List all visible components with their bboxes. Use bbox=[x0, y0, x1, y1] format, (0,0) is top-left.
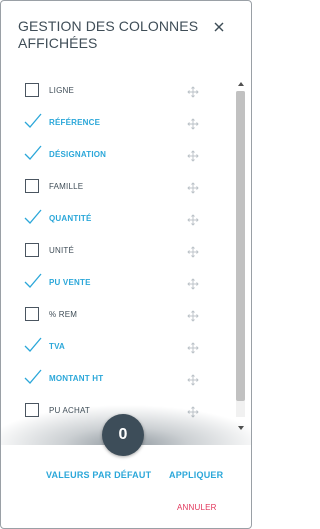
drag-handle-icon[interactable] bbox=[187, 245, 199, 258]
column-label: TVA bbox=[49, 342, 66, 351]
hidden-count-badge[interactable]: 0 bbox=[102, 414, 144, 456]
checkmark-icon[interactable] bbox=[23, 271, 43, 289]
cancel-button[interactable]: ANNULER bbox=[177, 503, 217, 512]
column-row[interactable]: QUANTITÉ bbox=[5, 203, 229, 235]
column-row[interactable]: RÉFÉRENCE bbox=[5, 107, 229, 139]
drag-handle-icon[interactable] bbox=[187, 85, 199, 98]
column-label: PU ACHAT bbox=[49, 406, 91, 415]
column-label: RÉFÉRENCE bbox=[49, 118, 101, 127]
column-row[interactable]: TVA bbox=[5, 331, 229, 363]
arrow-down-icon bbox=[238, 426, 244, 430]
scroll-thumb[interactable] bbox=[236, 91, 245, 401]
drag-handle-icon[interactable] bbox=[187, 373, 199, 386]
scroll-up-button[interactable] bbox=[234, 77, 248, 89]
column-label: PU VENTE bbox=[49, 278, 91, 287]
checkmark-icon[interactable] bbox=[23, 143, 43, 161]
close-icon bbox=[214, 22, 224, 32]
column-label: MONTANT HT bbox=[49, 374, 104, 383]
column-row[interactable]: LIGNE bbox=[5, 75, 229, 107]
drag-handle-icon[interactable] bbox=[187, 309, 199, 322]
column-row[interactable]: FAMILLE bbox=[5, 171, 229, 203]
badge-count: 0 bbox=[118, 426, 128, 443]
drag-handle-icon[interactable] bbox=[187, 149, 199, 162]
drag-handle-icon[interactable] bbox=[187, 117, 199, 130]
checkmark-icon[interactable] bbox=[23, 207, 43, 225]
close-button[interactable] bbox=[211, 19, 227, 35]
drag-handle-icon[interactable] bbox=[187, 213, 199, 226]
column-row[interactable]: MONTANT HT bbox=[5, 363, 229, 395]
column-settings-dialog: GESTION DES COLONNES AFFICHÉES LIGNE RÉFÉ… bbox=[0, 0, 252, 529]
dialog-title: GESTION DES COLONNES AFFICHÉES bbox=[18, 18, 199, 51]
column-row[interactable]: DÉSIGNATION bbox=[5, 139, 229, 171]
column-label: DÉSIGNATION bbox=[49, 150, 107, 159]
column-label: % REM bbox=[49, 310, 78, 319]
column-label: UNITÉ bbox=[49, 246, 74, 255]
arrow-up-icon bbox=[238, 82, 244, 86]
drag-handle-icon[interactable] bbox=[187, 405, 199, 418]
checkbox[interactable] bbox=[25, 243, 39, 257]
column-row[interactable]: PU VENTE bbox=[5, 267, 229, 299]
drag-handle-icon[interactable] bbox=[187, 277, 199, 290]
drag-handle-icon[interactable] bbox=[187, 181, 199, 194]
column-label: LIGNE bbox=[49, 86, 75, 95]
checkbox[interactable] bbox=[25, 403, 39, 417]
column-label: FAMILLE bbox=[49, 182, 84, 191]
apply-button[interactable]: APPLIQUER bbox=[169, 470, 223, 480]
column-row[interactable]: % REM bbox=[5, 299, 229, 331]
column-label: QUANTITÉ bbox=[49, 214, 92, 223]
drag-handle-icon[interactable] bbox=[187, 341, 199, 354]
checkbox[interactable] bbox=[25, 179, 39, 193]
checkbox[interactable] bbox=[25, 307, 39, 321]
checkbox[interactable] bbox=[25, 83, 39, 97]
checkmark-icon[interactable] bbox=[23, 111, 43, 129]
column-list: LIGNE RÉFÉRENCE DÉSIGNATION FAMILLE QUANTITÉ… bbox=[5, 75, 250, 434]
checkmark-icon[interactable] bbox=[23, 367, 43, 385]
scrollbar[interactable] bbox=[234, 77, 248, 433]
column-row[interactable]: UNITÉ bbox=[5, 235, 229, 267]
scroll-down-button[interactable] bbox=[234, 421, 248, 433]
default-values-button[interactable]: VALEURS PAR DÉFAUT bbox=[46, 470, 151, 480]
checkmark-icon[interactable] bbox=[23, 335, 43, 353]
